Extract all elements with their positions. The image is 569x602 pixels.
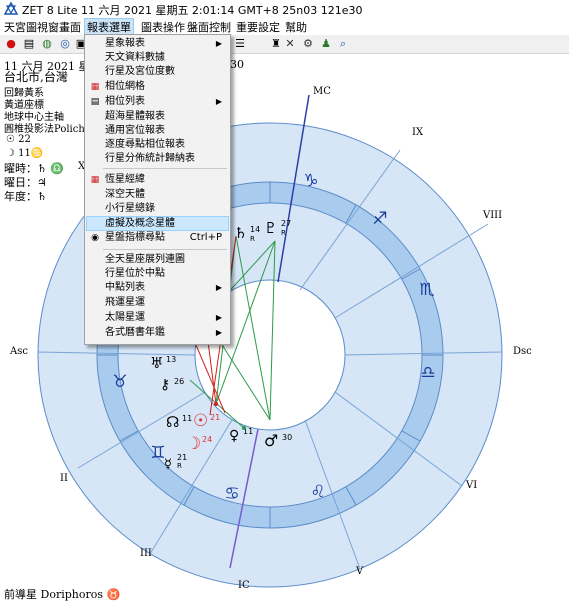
menu-item-solar-arc[interactable]: 太陽星運 ▶ — [87, 311, 228, 325]
planet-pluto-retro: R — [281, 229, 286, 237]
menu-item-transits[interactable]: 飛運星運 — [87, 296, 228, 310]
planet-node-degree: 11 — [182, 414, 192, 423]
menu-item-planet-distribution[interactable]: 行星分佈統計歸納表 — [87, 152, 228, 166]
house-label-8: VIII — [482, 210, 502, 221]
menu-separator — [103, 249, 227, 250]
dsc-label: Dsc — [513, 346, 532, 357]
globe-icon[interactable]: ◍ — [40, 37, 54, 51]
planet-moon-degree: 24 — [202, 435, 212, 444]
zodiac-leo: ♌ — [310, 482, 325, 502]
tools-icon[interactable]: ✕ — [283, 37, 297, 51]
menu-item-aspect-grid[interactable]: ▦ 相位網格 — [87, 80, 228, 94]
menu-item-deep-space[interactable]: 深空天體 — [87, 188, 228, 202]
zodiac-libra: ♎ — [420, 363, 435, 383]
planet-pluto[interactable]: ♇ — [264, 219, 277, 237]
list-icon: ▤ — [90, 97, 100, 107]
asc-label: Asc — [9, 346, 28, 357]
menu-separator — [103, 168, 227, 169]
menu-item-trans-body-report[interactable]: 超海星體報表 — [87, 110, 228, 124]
planet-mars[interactable]: ♂ — [264, 431, 278, 450]
menu-item-house-report[interactable]: 通用宮位報表 — [87, 124, 228, 138]
planet-chiron-degree: 26 — [174, 377, 184, 386]
user-icon[interactable]: ♟ — [319, 37, 333, 51]
planet-venus[interactable]: ♀ — [229, 428, 239, 444]
menu-settings[interactable]: 重要設定 — [234, 19, 282, 35]
menu-item-planet-midpoints[interactable]: 行星位於中點 — [87, 267, 228, 281]
planet-uranus[interactable]: ♅ — [150, 354, 163, 372]
zodiac-taurus: ♉ — [112, 372, 127, 392]
target-icon: ◉ — [91, 233, 99, 243]
house-label-6: VI — [465, 480, 477, 491]
menu-chart-ops[interactable]: 圖表操作 — [139, 19, 187, 35]
submenu-arrow-icon: ▶ — [215, 328, 222, 337]
menu-wheel-control[interactable]: 盤面控制 — [185, 19, 233, 35]
submenu-arrow-icon: ▶ — [215, 97, 222, 106]
menu-item-virtual-bodies[interactable]: 虛擬及概念星體 — [86, 216, 229, 231]
shortcut-label: Ctrl+P — [189, 232, 222, 243]
chart-tool-icon[interactable]: ⚙ — [301, 37, 315, 51]
menu-view[interactable]: 視窗畫面 — [35, 19, 83, 35]
zodiac-scorpio: ♏ — [419, 280, 434, 300]
menu-item-chart-report[interactable]: 星象報表 ▶ — [87, 37, 228, 51]
menu-item-degree-aspect-report[interactable]: 逐度尋點相位報表 — [87, 138, 228, 152]
settings-icon[interactable]: ☰ — [233, 37, 247, 51]
planet-node[interactable]: ☊ — [166, 413, 179, 431]
menu-item-asteroids[interactable]: 小行星總錄 — [87, 202, 228, 216]
person-icon[interactable]: ♜ — [269, 37, 283, 51]
window-title: ZET 8 Lite 11 六月 2021 星期五 2:01:14 GMT+8 … — [22, 4, 363, 17]
menu-item-planet-house-degrees[interactable]: 行星及宮位度數 — [87, 65, 228, 79]
menu-help[interactable]: 幫助 — [283, 19, 309, 35]
planet-mars-degree: 30 — [282, 433, 292, 442]
house-label-3: III — [140, 548, 152, 559]
zodiac-capricorn: ♑ — [303, 171, 318, 191]
menu-item-midpoint-list[interactable]: 中點列表 ▶ — [87, 281, 228, 295]
mc-label: MC — [313, 86, 331, 97]
planet-moon[interactable]: ☽ — [186, 434, 201, 454]
list-icon[interactable]: ▤ — [22, 37, 36, 51]
star-chart-icon: ▦ — [90, 175, 100, 185]
info-year-lord: 年度：♄ — [4, 190, 47, 203]
planet-pluto-degree: 27 — [281, 219, 291, 228]
planet-saturn-degree: 14 — [250, 225, 260, 234]
search-icon[interactable]: ⌕ — [336, 37, 350, 51]
submenu-arrow-icon: ▶ — [215, 313, 222, 322]
menu-item-ephemeris[interactable]: 各式曆書年鑑 ▶ — [87, 326, 228, 340]
menu-item-fixed-stars[interactable]: ▦ 恆星經緯 — [87, 173, 228, 187]
house-label-9: IX — [412, 127, 424, 138]
menu-bar: 天宮圖 視窗畫面 報表選單 圖表操作 盤面控制 重要設定 幫助 — [0, 18, 569, 36]
info-moon: ☽ 11♋ — [6, 148, 44, 159]
chart-place: 台北市,台灣 — [4, 70, 68, 84]
info-sun: ☉ 22 — [6, 134, 31, 145]
zodiac-sagittarius: ♐ — [372, 209, 387, 229]
report-menu-dropdown: 星象報表 ▶ 天文資料數據 行星及宮位度數 ▦ 相位網格 ▤ 相位列表 ▶ 超海星體報表… — [84, 34, 231, 345]
chart-date-trail: 30 — [230, 58, 244, 71]
planet-mercury-degree: 21 — [177, 453, 187, 462]
target-icon[interactable]: ◎ — [58, 37, 72, 51]
planet-uranus-degree: 13 — [166, 355, 176, 364]
planet-mercury-retro: R — [177, 462, 182, 470]
stop-icon[interactable]: ● — [4, 37, 18, 51]
planet-chiron[interactable]: ⚷ — [160, 377, 170, 393]
planet-saturn[interactable]: ♄ — [234, 224, 247, 242]
planet-sun[interactable]: ☉ — [193, 411, 208, 431]
menu-item-aspect-list[interactable]: ▤ 相位列表 ▶ — [87, 95, 228, 109]
submenu-arrow-icon: ▶ — [215, 39, 222, 48]
info-line-4: 圓椎投影法Polich-P — [4, 124, 95, 135]
house-label-2: II — [60, 473, 68, 484]
planet-saturn-retro: R — [250, 235, 255, 243]
submenu-arrow-icon: ▶ — [215, 283, 222, 292]
house-label-5: V — [355, 566, 364, 577]
ic-label: IC — [238, 580, 250, 591]
planet-mercury[interactable]: ☿ — [164, 457, 172, 472]
menu-item-chart-point-finder[interactable]: ◉ 星盤指標尋點 Ctrl+P — [87, 231, 228, 245]
menu-item-constellation-map[interactable]: 全天星座展列連圖 — [87, 253, 228, 267]
app-logo-icon — [4, 2, 18, 15]
menu-chart[interactable]: 天宮圖 — [2, 19, 39, 35]
menu-item-astro-data[interactable]: 天文資料數據 — [87, 51, 228, 65]
zodiac-cancer: ♋ — [224, 484, 239, 504]
title-bar: ZET 8 Lite 11 六月 2021 星期五 2:01:14 GMT+8 … — [0, 0, 569, 18]
grid-icon: ▦ — [90, 82, 100, 92]
planet-sun-degree: 21 — [210, 413, 220, 422]
